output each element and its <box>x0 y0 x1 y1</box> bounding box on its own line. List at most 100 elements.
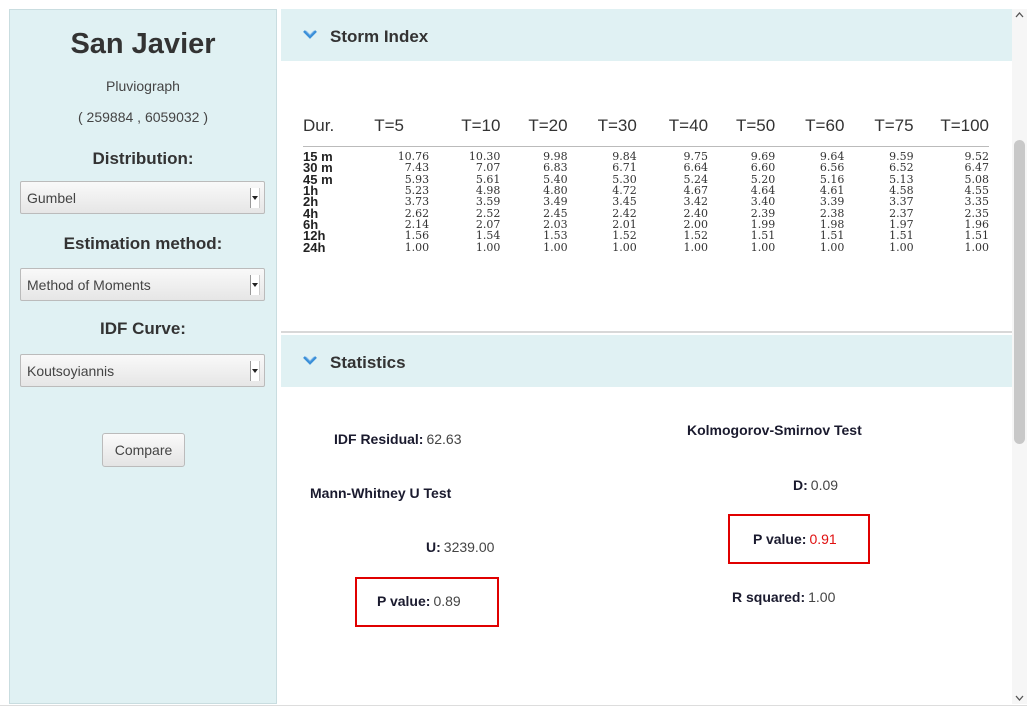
index-value-cell: 3.35 <box>964 195 990 209</box>
index-value-cell: 1.00 <box>612 240 637 254</box>
statistics-title: Statistics <box>330 353 406 372</box>
u-stat: U: 3239.00 <box>426 539 494 555</box>
index-value-cell: 3.73 <box>404 195 430 209</box>
dropdown-arrow-icon[interactable] <box>250 275 260 295</box>
idf-residual-stat: IDF Residual: 62.63 <box>334 431 462 447</box>
idf-residual-value: 62.63 <box>426 431 462 447</box>
ks-p-value: 0.91 <box>809 531 837 547</box>
mw-p-value-label: P value: <box>377 593 431 609</box>
index-value-cell: 3.45 <box>612 195 637 209</box>
estimation-method-select-value: Method of Moments <box>27 277 151 293</box>
u-label: U: <box>426 539 441 555</box>
index-value-cell: 1.51 <box>964 229 990 243</box>
mw-p-value: 0.89 <box>433 593 461 609</box>
index-value-cell: 1.52 <box>612 229 637 243</box>
index-value-cell: 1.00 <box>543 240 568 254</box>
index-value-cell: 9.75 <box>683 150 709 164</box>
estimation-method-select[interactable]: Method of Moments <box>20 268 265 301</box>
sidebar-panel: San Javier Pluviograph ( 259884 , 605903… <box>9 9 277 704</box>
index-value-cell: 9.84 <box>612 150 637 164</box>
column-header: T=30 <box>597 116 637 135</box>
index-value-cell: 7.07 <box>475 161 501 175</box>
column-header: Dur. <box>303 116 335 135</box>
storm-index-title: Storm Index <box>330 27 429 46</box>
index-value-cell: 7.43 <box>404 161 430 175</box>
scrollbar-thumb[interactable] <box>1014 140 1025 444</box>
station-coordinates: ( 259884 , 6059032 ) <box>78 109 208 125</box>
main-panel: Storm Index Dur. T=5 T=10 T=20 T=30 T=40… <box>281 9 1012 704</box>
index-value-cell: 3.37 <box>889 195 914 209</box>
index-value-cell: 1.00 <box>750 240 776 254</box>
distribution-label: Distribution: <box>92 149 194 168</box>
index-value-cell: 9.98 <box>543 150 568 164</box>
r-squared-stat: R squared: 1.00 <box>732 589 835 605</box>
statistics-header[interactable]: Statistics <box>281 335 1012 387</box>
idf-curve-label: IDF Curve: <box>100 319 186 338</box>
index-value-cell: 6.52 <box>889 161 914 175</box>
index-value-cell: 6.56 <box>819 161 845 175</box>
index-value-cell: 1.54 <box>475 229 501 243</box>
table-row: 12h 1.56 1.54 1.53 1.52 1.52 1.51 1.51 1.51 1.51 <box>303 229 990 243</box>
column-header: T=10 <box>461 116 501 135</box>
table-row: 2h 3.73 3.59 3.49 3.45 3.42 3.40 3.39 3.37 3.35 <box>303 195 990 209</box>
estimation-method-label: Estimation method: <box>63 234 223 253</box>
column-header: T=5 <box>374 116 405 135</box>
index-value-cell: 9.52 <box>964 150 990 164</box>
dropdown-arrow-icon[interactable] <box>250 188 260 208</box>
column-header: T=75 <box>874 116 914 135</box>
section-divider <box>281 331 1012 333</box>
index-value-cell: 1.56 <box>404 229 430 243</box>
table-row: 15 m 10.76 10.30 9.98 9.84 9.75 9.69 9.64 9.59 9.… <box>303 147 989 163</box>
index-value-cell: 1.51 <box>819 229 845 243</box>
d-value: 0.09 <box>810 477 839 493</box>
storm-index-body: 15 m 10.76 10.30 9.98 9.84 9.75 9.69 9.64 9.59 9.… <box>303 147 989 253</box>
index-value-cell: 1.53 <box>543 229 568 243</box>
dropdown-arrow-icon[interactable] <box>250 361 260 381</box>
index-value-cell: 1.51 <box>889 229 914 243</box>
scroll-up-arrow-icon[interactable] <box>1012 9 1027 21</box>
chevron-down-icon[interactable] <box>303 28 317 42</box>
index-value-cell: 3.59 <box>475 195 501 209</box>
index-value-cell: 9.64 <box>819 150 845 164</box>
index-value-cell: 1.52 <box>683 229 709 243</box>
column-header: T=60 <box>805 116 845 135</box>
index-value-cell: 1.00 <box>404 240 430 254</box>
d-label: D: <box>793 477 808 493</box>
chevron-down-icon[interactable] <box>303 354 317 368</box>
index-value-cell: 10.76 <box>397 150 430 164</box>
storm-index-table: Dur. T=5 T=10 T=20 T=30 T=40 T=50 T=60 T… <box>303 106 989 254</box>
index-value-cell: 9.69 <box>750 150 776 164</box>
idf-curve-select[interactable]: Koutsoyiannis <box>20 354 265 387</box>
vertical-scrollbar[interactable] <box>1012 9 1027 704</box>
index-value-cell: 6.71 <box>612 161 637 175</box>
index-value-cell: 6.64 <box>683 161 709 175</box>
index-value-cell: 6.60 <box>750 161 776 175</box>
scroll-down-arrow-icon[interactable] <box>1012 692 1027 704</box>
d-stat: D: 0.09 <box>793 477 838 493</box>
storm-index-header[interactable]: Storm Index <box>281 9 1012 61</box>
index-value-cell: 1.51 <box>750 229 776 243</box>
station-type: Pluviograph <box>106 78 180 94</box>
column-header: T=40 <box>668 116 709 135</box>
index-value-cell: 3.39 <box>819 195 845 209</box>
index-value-cell: 3.42 <box>683 195 709 209</box>
index-value-cell: 9.59 <box>889 150 914 164</box>
r-squared-label: R squared: <box>732 589 806 605</box>
index-value-cell: 3.40 <box>750 195 776 209</box>
table-header-row: Dur. T=5 T=10 T=20 T=30 T=40 T=50 T=60 T… <box>303 106 989 147</box>
station-title: San Javier <box>70 28 216 60</box>
index-value-cell: 3.49 <box>543 195 568 209</box>
table-row: 24h 1.00 1.00 1.00 1.00 1.00 1.00 1.00 1.00 1.00 <box>303 239 989 255</box>
mann-whitney-title: Mann-Whitney U Test <box>310 485 452 501</box>
ks-test-title: Kolmogorov-Smirnov Test <box>687 422 862 438</box>
column-header: T=20 <box>528 116 568 135</box>
u-value: 3239.00 <box>443 539 495 555</box>
index-value-cell: 6.47 <box>964 161 990 175</box>
duration-cell: 24h <box>303 239 326 255</box>
distribution-select[interactable]: Gumbel <box>20 181 265 214</box>
mw-p-value-stat: P value: 0.89 <box>377 593 461 609</box>
compare-button[interactable]: Compare <box>102 433 185 467</box>
index-value-cell: 1.00 <box>889 240 914 254</box>
table-row: 30 m 7.43 7.07 6.83 6.71 6.64 6.60 6.56 6.52 6.47 <box>303 161 990 175</box>
ks-p-value-label: P value: <box>753 531 807 547</box>
